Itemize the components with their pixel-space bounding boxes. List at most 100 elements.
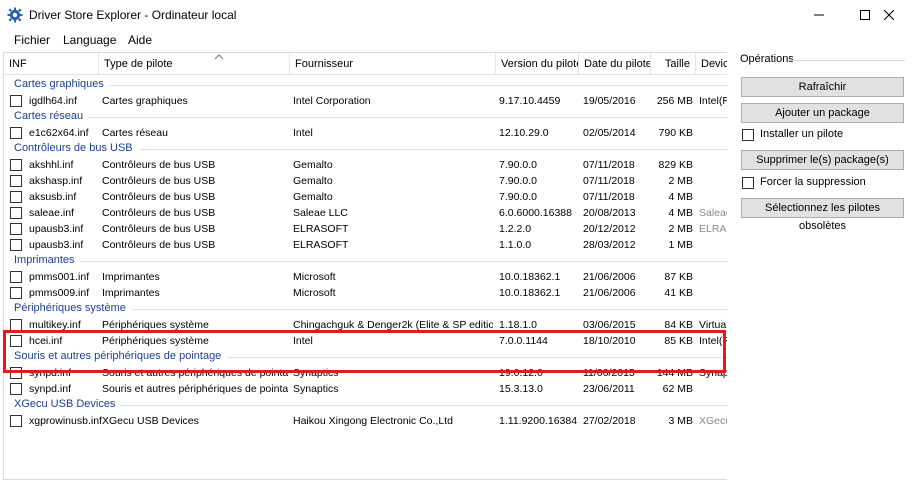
row-checkbox[interactable] (10, 415, 22, 427)
group-header[interactable]: XGecu USB Devices (4, 397, 727, 413)
install-driver-option[interactable]: Installer un pilote (742, 128, 902, 142)
row-checkbox[interactable] (10, 367, 22, 379)
table-row[interactable]: pmms009.inf Imprimantes Microsoft 10.0.1836… (4, 285, 727, 301)
cell-version: 1.11.9200.16384 (499, 415, 578, 427)
group-header[interactable]: Cartes réseau (4, 109, 727, 125)
cell-driver-type: Cartes réseau (102, 127, 168, 139)
cell-date: 18/10/2010 (583, 335, 636, 347)
delete-packages-button[interactable]: Supprimer le(s) package(s) (741, 150, 904, 170)
cell-inf: saleae.inf (29, 207, 74, 219)
cell-inf: aksusb.inf (29, 191, 77, 203)
row-checkbox[interactable] (10, 335, 22, 347)
cell-device: XGecu (699, 415, 727, 427)
group-divider (227, 357, 727, 358)
row-checkbox[interactable] (10, 239, 22, 251)
table-row[interactable]: saleae.inf Contrôleurs de bus USB Saleae L… (4, 205, 727, 221)
cell-date: 07/11/2018 (583, 159, 635, 171)
cell-date: 28/03/2012 (583, 239, 636, 251)
add-package-button[interactable]: Ajouter un package (741, 103, 904, 123)
group-header[interactable]: Souris et autres périphériques de pointa… (4, 349, 727, 365)
cell-driver-type: Imprimantes (102, 271, 160, 283)
group-header[interactable]: Imprimantes (4, 253, 727, 269)
cell-version: 7.0.0.1144 (499, 335, 548, 347)
cell-device: Intel(R (699, 335, 727, 347)
row-checkbox[interactable] (10, 159, 22, 171)
menu-bar: Fichier Language Aide (0, 30, 912, 50)
window-title: Driver Store Explorer - Ordinateur local (29, 8, 237, 22)
cell-date: 21/06/2006 (583, 271, 636, 283)
row-checkbox[interactable] (10, 191, 22, 203)
row-checkbox[interactable] (10, 127, 22, 139)
row-checkbox[interactable] (10, 383, 22, 395)
column-size[interactable]: Taille (651, 53, 696, 75)
cell-version: 1.2.2.0 (499, 223, 532, 235)
cell-driver-type: Périphériques système (102, 319, 209, 331)
column-version[interactable]: Version du pilote (496, 53, 579, 75)
cell-provider: ELRASOFT (293, 239, 349, 251)
cell-inf: xgprowinusb.inf (29, 415, 102, 427)
menu-language[interactable]: Language (63, 33, 116, 47)
column-provider[interactable]: Fournisseur (290, 53, 496, 75)
table-row[interactable]: akshasp.inf Contrôleurs de bus USB Gemalto… (4, 173, 727, 189)
row-checkbox[interactable] (10, 95, 22, 107)
cell-size: 829 KB (658, 159, 693, 171)
table-row[interactable]: xgprowinusb.inf XGecu USB Devices Haikou X… (4, 413, 727, 429)
group-header[interactable]: Périphériques système (4, 301, 727, 317)
row-checkbox[interactable] (10, 271, 22, 283)
driver-list[interactable]: INF Type de pilote Fournisseur Version d… (3, 52, 727, 480)
table-row[interactable]: e1c62x64.inf Cartes réseau Intel 12.10.29.0… (4, 125, 727, 141)
row-checkbox[interactable] (10, 223, 22, 235)
table-row[interactable]: multikey.inf Périphériques système Chingac… (4, 317, 727, 333)
select-obsolete-button[interactable]: Sélectionnez les pilotes obsolètes (741, 198, 904, 232)
column-header: INF Type de pilote Fournisseur Version d… (4, 53, 727, 75)
column-device[interactable]: Devic (696, 53, 727, 75)
group-divider (131, 309, 727, 310)
cell-inf: akshhl.inf (29, 159, 74, 171)
table-row[interactable]: hcei.inf Périphériques système Intel 7.0.0.… (4, 333, 727, 349)
group-divider (80, 261, 727, 262)
cell-provider: Saleae LLC (293, 207, 348, 219)
force-delete-checkbox[interactable] (742, 177, 754, 189)
column-date[interactable]: Date du pilote (579, 53, 651, 75)
refresh-button[interactable]: Rafraîchir (741, 77, 904, 97)
group-label: Imprimantes (14, 254, 79, 266)
close-button[interactable] (866, 0, 912, 30)
cell-date: 27/02/2018 (583, 415, 636, 427)
group-label: Contrôleurs de bus USB (14, 142, 137, 154)
group-header[interactable]: Cartes graphiques (4, 77, 727, 93)
cell-device: ELRAS (699, 223, 727, 235)
cell-version: 6.0.6000.16388 (499, 207, 572, 219)
column-inf[interactable]: INF (4, 53, 99, 75)
cell-provider: Microsoft (293, 287, 336, 299)
operations-divider (790, 60, 905, 61)
install-driver-checkbox[interactable] (742, 129, 754, 141)
menu-aide[interactable]: Aide (128, 33, 152, 47)
minimize-button[interactable] (796, 0, 842, 30)
cell-size: 3 MB (668, 415, 693, 427)
cell-driver-type: Périphériques système (102, 335, 209, 347)
table-row[interactable]: upausb3.inf Contrôleurs de bus USB ELRASOF… (4, 221, 727, 237)
row-checkbox[interactable] (10, 287, 22, 299)
menu-fichier[interactable]: Fichier (14, 33, 50, 47)
table-row[interactable]: igdlh64.inf Cartes graphiques Intel Corpor… (4, 93, 727, 109)
table-row[interactable]: synpd.inf Souris et autres périphériques … (4, 365, 727, 381)
cell-driver-type: Contrôleurs de bus USB (102, 191, 216, 203)
column-driver-type[interactable]: Type de pilote (99, 53, 290, 75)
cell-provider: Gemalto (293, 191, 333, 203)
cell-version: 19.0.12.0 (499, 367, 543, 379)
table-row[interactable]: upausb3.inf Contrôleurs de bus USB ELRASOF… (4, 237, 727, 253)
cell-version: 7.90.0.0 (499, 175, 537, 187)
table-row[interactable]: synpd.inf Souris et autres périphériques … (4, 381, 727, 397)
table-row[interactable]: aksusb.inf Contrôleurs de bus USB Gemalto 7… (4, 189, 727, 205)
force-delete-option[interactable]: Forcer la suppression (742, 176, 902, 190)
group-label: Cartes réseau (14, 110, 88, 122)
group-label: Souris et autres périphériques de pointa… (14, 350, 226, 362)
row-checkbox[interactable] (10, 319, 22, 331)
group-header[interactable]: Contrôleurs de bus USB (4, 141, 727, 157)
cell-version: 15.3.13.0 (499, 383, 543, 395)
cell-driver-type: Imprimantes (102, 287, 160, 299)
row-checkbox[interactable] (10, 175, 22, 187)
row-checkbox[interactable] (10, 207, 22, 219)
table-row[interactable]: akshhl.inf Contrôleurs de bus USB Gemalto 7… (4, 157, 727, 173)
table-row[interactable]: pmms001.inf Imprimantes Microsoft 10.0.1836… (4, 269, 727, 285)
